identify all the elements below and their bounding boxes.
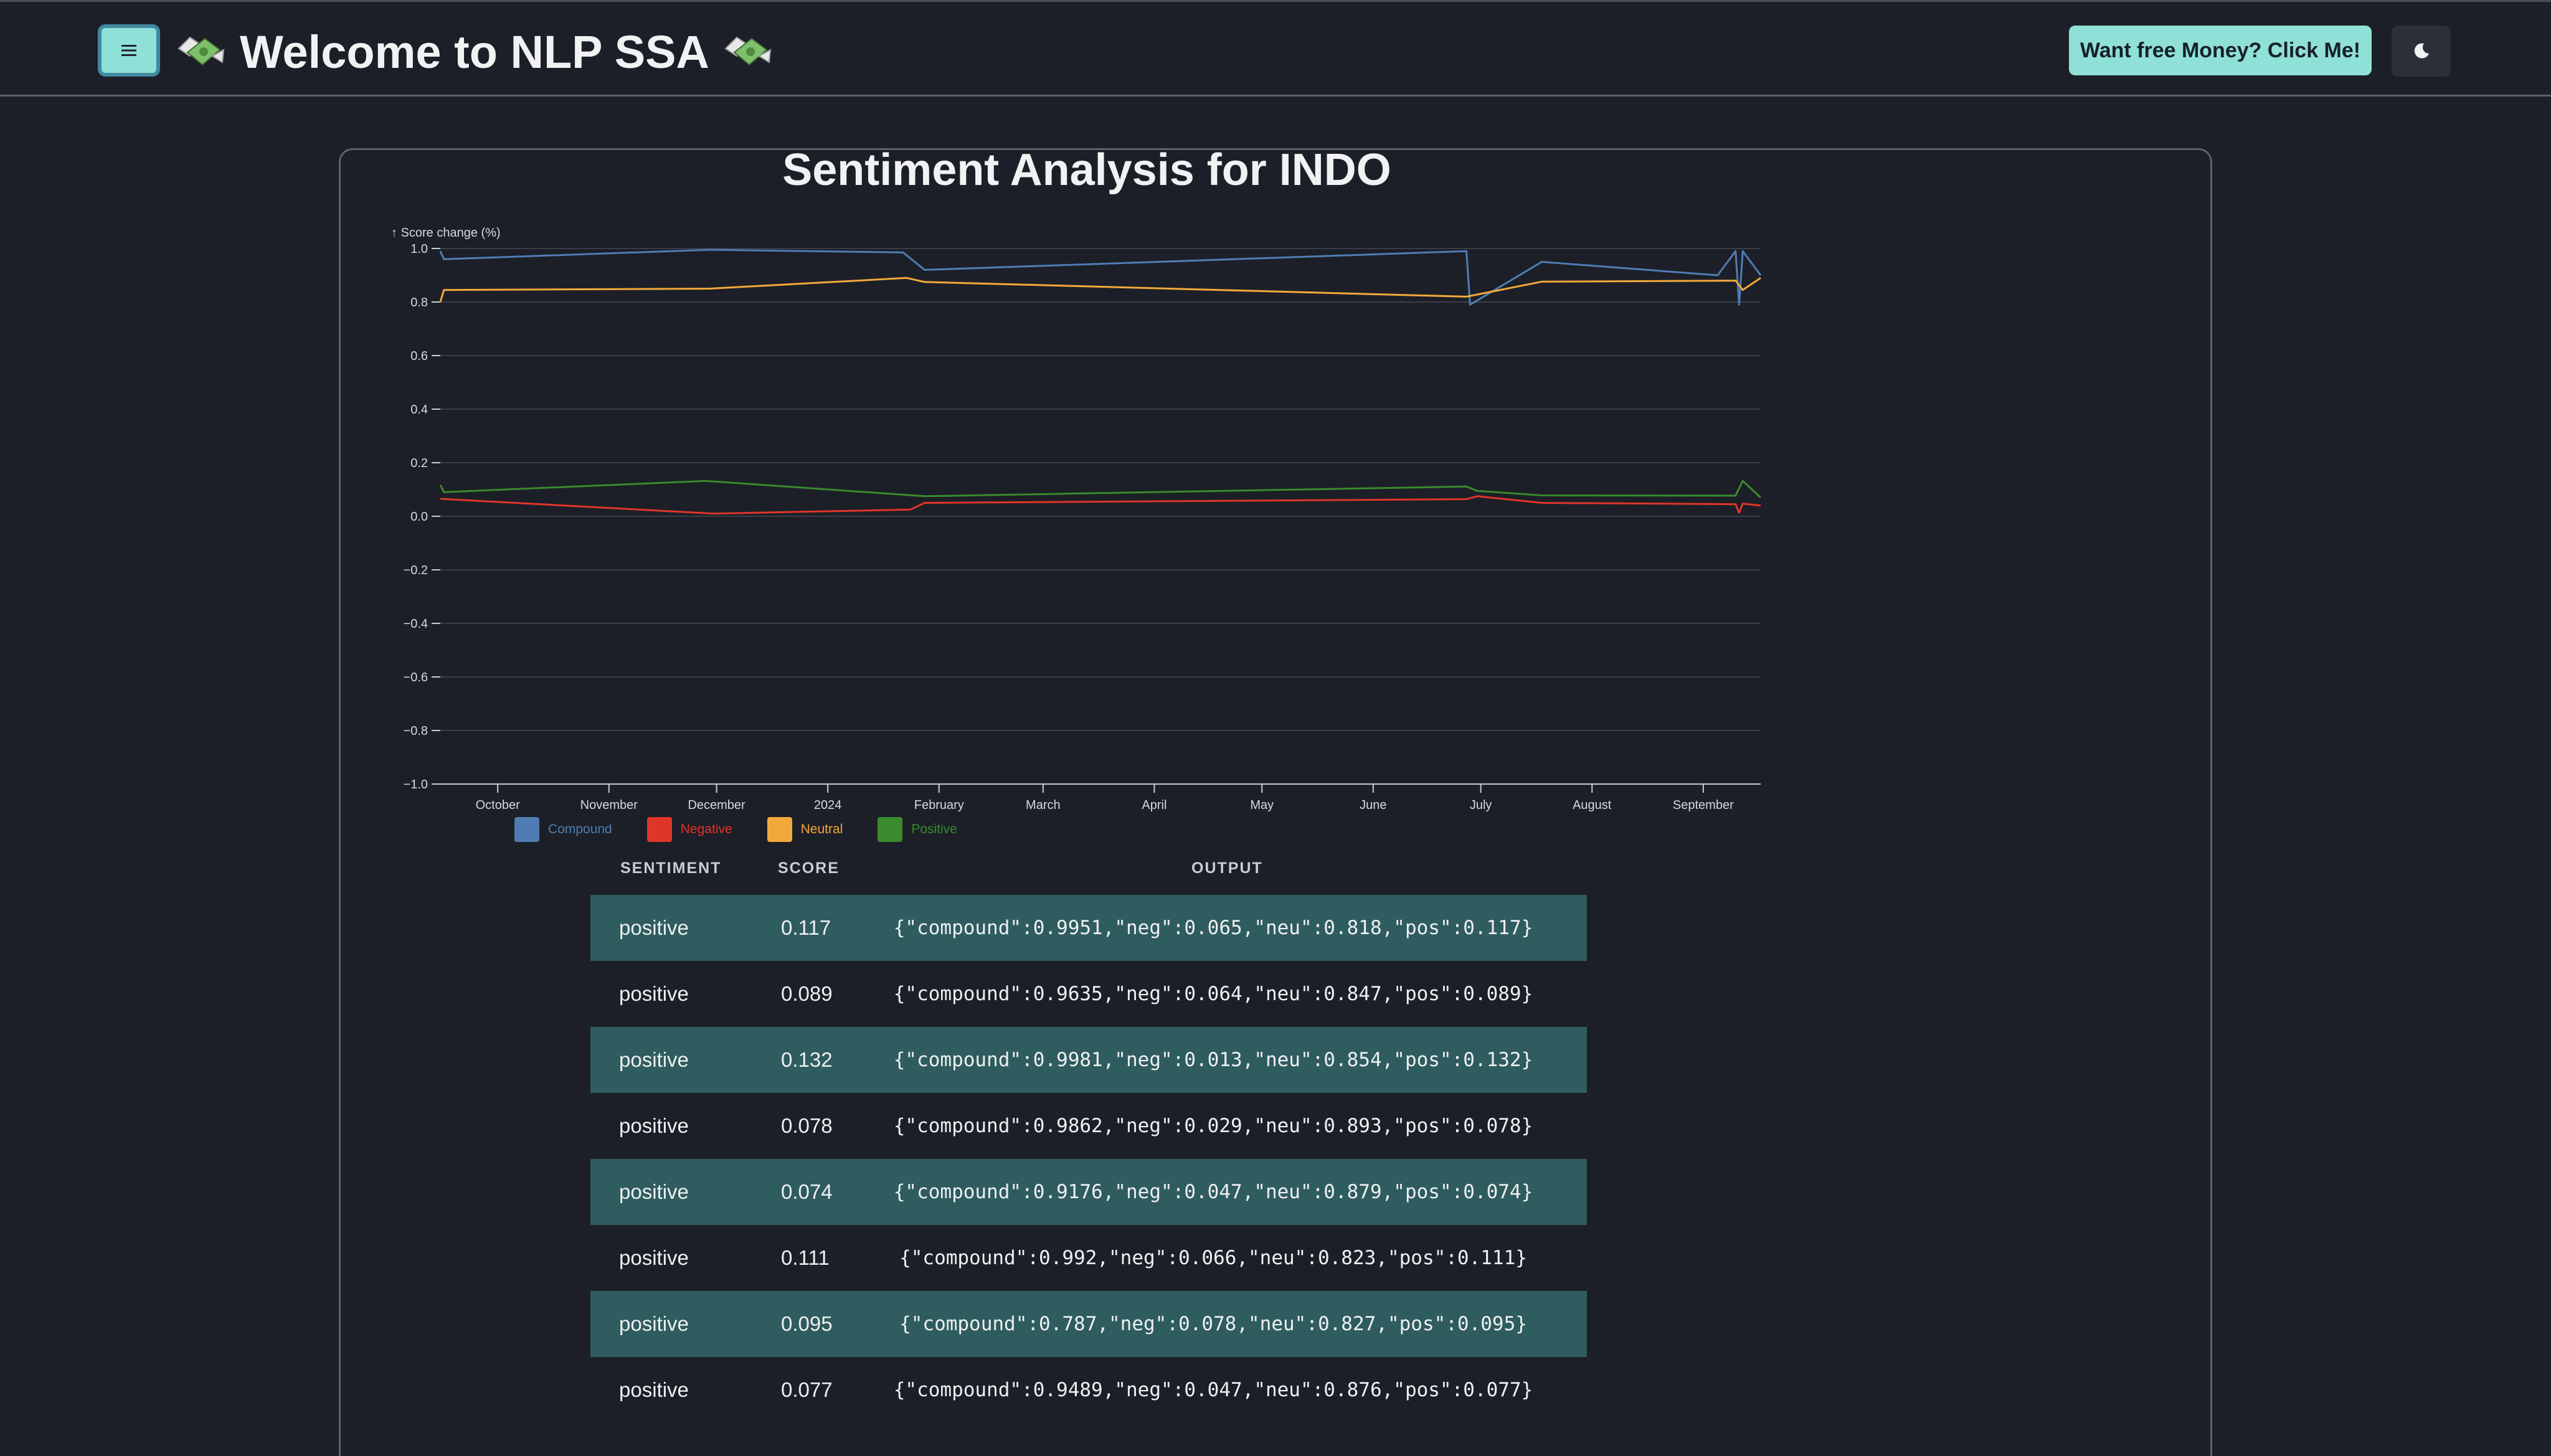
output-cell: {"compound":0.787,"neg":0.078,"neu":0.82… — [899, 1313, 1527, 1335]
sentiment-cell: positive — [619, 1312, 689, 1335]
column-header-score: SCORE — [778, 859, 840, 877]
output-cell: {"compound":0.9176,"neg":0.047,"neu":0.8… — [893, 1181, 1533, 1203]
sentiment-cell: positive — [619, 1114, 689, 1137]
y-tick-label: −0.4 — [404, 617, 428, 631]
legend-swatch — [878, 817, 903, 842]
y-tick-label: 0.4 — [410, 403, 428, 417]
x-tick-label: May — [1250, 798, 1274, 812]
x-tick-label: June — [1360, 798, 1386, 812]
y-tick-label: 0.8 — [410, 296, 428, 310]
legend-label: Positive — [911, 822, 957, 836]
output-cell: {"compound":0.9862,"neg":0.029,"neu":0.8… — [893, 1115, 1533, 1137]
sentiment-cell: positive — [619, 1378, 689, 1401]
chart-legend: Compound Negative Neutral Positive — [514, 816, 957, 843]
output-cell: {"compound":0.9635,"neg":0.064,"neu":0.8… — [893, 983, 1533, 1005]
legend-swatch — [646, 817, 672, 842]
sentiment-cell: positive — [619, 1246, 689, 1269]
series-line-positive — [439, 480, 1762, 499]
score-cell: 0.132 — [781, 1048, 833, 1071]
legend-label: Compound — [548, 822, 612, 836]
score-cell: 0.077 — [781, 1378, 833, 1401]
sentiment-cell: positive — [619, 982, 689, 1005]
score-cell: 0.078 — [781, 1114, 833, 1137]
legend-item-negative: Negative — [646, 817, 732, 842]
results-table: positive 0.117 {"compound":0.9951,"neg":0.… — [590, 895, 1587, 1423]
table-row[interactable]: positive 0.077 {"compound":0.9489,"neg":0.… — [590, 1357, 1587, 1423]
x-tick-label: 2024 — [814, 798, 842, 812]
y-tick-label: −0.8 — [404, 724, 428, 738]
table-row[interactable]: positive 0.089 {"compound":0.9635,"neg":0.… — [590, 961, 1587, 1027]
y-tick-label: 1.0 — [410, 242, 428, 256]
y-tick-label: 0.6 — [410, 349, 428, 363]
score-cell: 0.089 — [781, 982, 833, 1005]
column-header-output: OUTPUT — [1191, 859, 1263, 877]
legend-item-positive: Positive — [878, 817, 957, 842]
score-cell: 0.095 — [781, 1312, 833, 1335]
sentiment-cell: positive — [619, 1180, 689, 1203]
legend-label: Negative — [680, 822, 732, 836]
table-row[interactable]: positive 0.111 {"compound":0.992,"neg":0.0… — [590, 1225, 1587, 1291]
table-row[interactable]: positive 0.078 {"compound":0.9862,"neg":0.… — [590, 1093, 1587, 1159]
output-cell: {"compound":0.992,"neg":0.066,"neu":0.82… — [899, 1247, 1527, 1269]
legend-item-compound: Compound — [514, 817, 612, 842]
sentiment-cell: positive — [619, 1048, 689, 1071]
table-row[interactable]: positive 0.132 {"compound":0.9981,"neg":0.… — [590, 1027, 1587, 1093]
series-line-compound — [439, 248, 1762, 306]
score-cell: 0.111 — [781, 1246, 830, 1269]
x-tick-label: September — [1673, 798, 1734, 812]
series-line-negative — [440, 495, 1761, 515]
table-row[interactable]: positive 0.095 {"compound":0.787,"neg":0.0… — [590, 1291, 1587, 1357]
x-tick-label: November — [580, 798, 638, 812]
legend-label: Neutral — [800, 822, 843, 836]
output-cell: {"compound":0.9951,"neg":0.065,"neu":0.8… — [893, 917, 1533, 939]
x-tick-label: July — [1470, 798, 1492, 812]
x-tick-label: April — [1142, 798, 1167, 812]
legend-swatch — [767, 817, 792, 842]
legend-item-neutral: Neutral — [767, 817, 843, 842]
y-axis-label: ↑ Score change (%) — [391, 226, 501, 240]
score-cell: 0.074 — [781, 1180, 833, 1203]
x-tick-label: February — [914, 798, 964, 812]
output-cell: {"compound":0.9489,"neg":0.047,"neu":0.8… — [893, 1379, 1533, 1401]
sentiment-cell: positive — [619, 916, 689, 939]
table-row[interactable]: positive 0.074 {"compound":0.9176,"neg":0.… — [590, 1159, 1587, 1225]
score-cell: 0.117 — [781, 916, 831, 939]
series-line-neutral — [439, 277, 1761, 303]
y-tick-label: 0.2 — [410, 456, 428, 470]
y-tick-label: 0.0 — [410, 510, 428, 524]
y-tick-label: −1.0 — [404, 778, 428, 792]
x-tick-label: October — [476, 798, 520, 812]
legend-swatch — [514, 817, 539, 842]
x-tick-label: August — [1573, 798, 1612, 812]
y-tick-label: −0.6 — [404, 671, 428, 684]
y-tick-label: −0.2 — [404, 564, 428, 577]
x-tick-label: March — [1026, 798, 1061, 812]
column-header-sentiment: SENTIMENT — [620, 859, 722, 877]
output-cell: {"compound":0.9981,"neg":0.013,"neu":0.8… — [893, 1049, 1533, 1071]
table-row[interactable]: positive 0.117 {"compound":0.9951,"neg":0.… — [590, 895, 1587, 961]
x-tick-label: December — [688, 798, 745, 812]
